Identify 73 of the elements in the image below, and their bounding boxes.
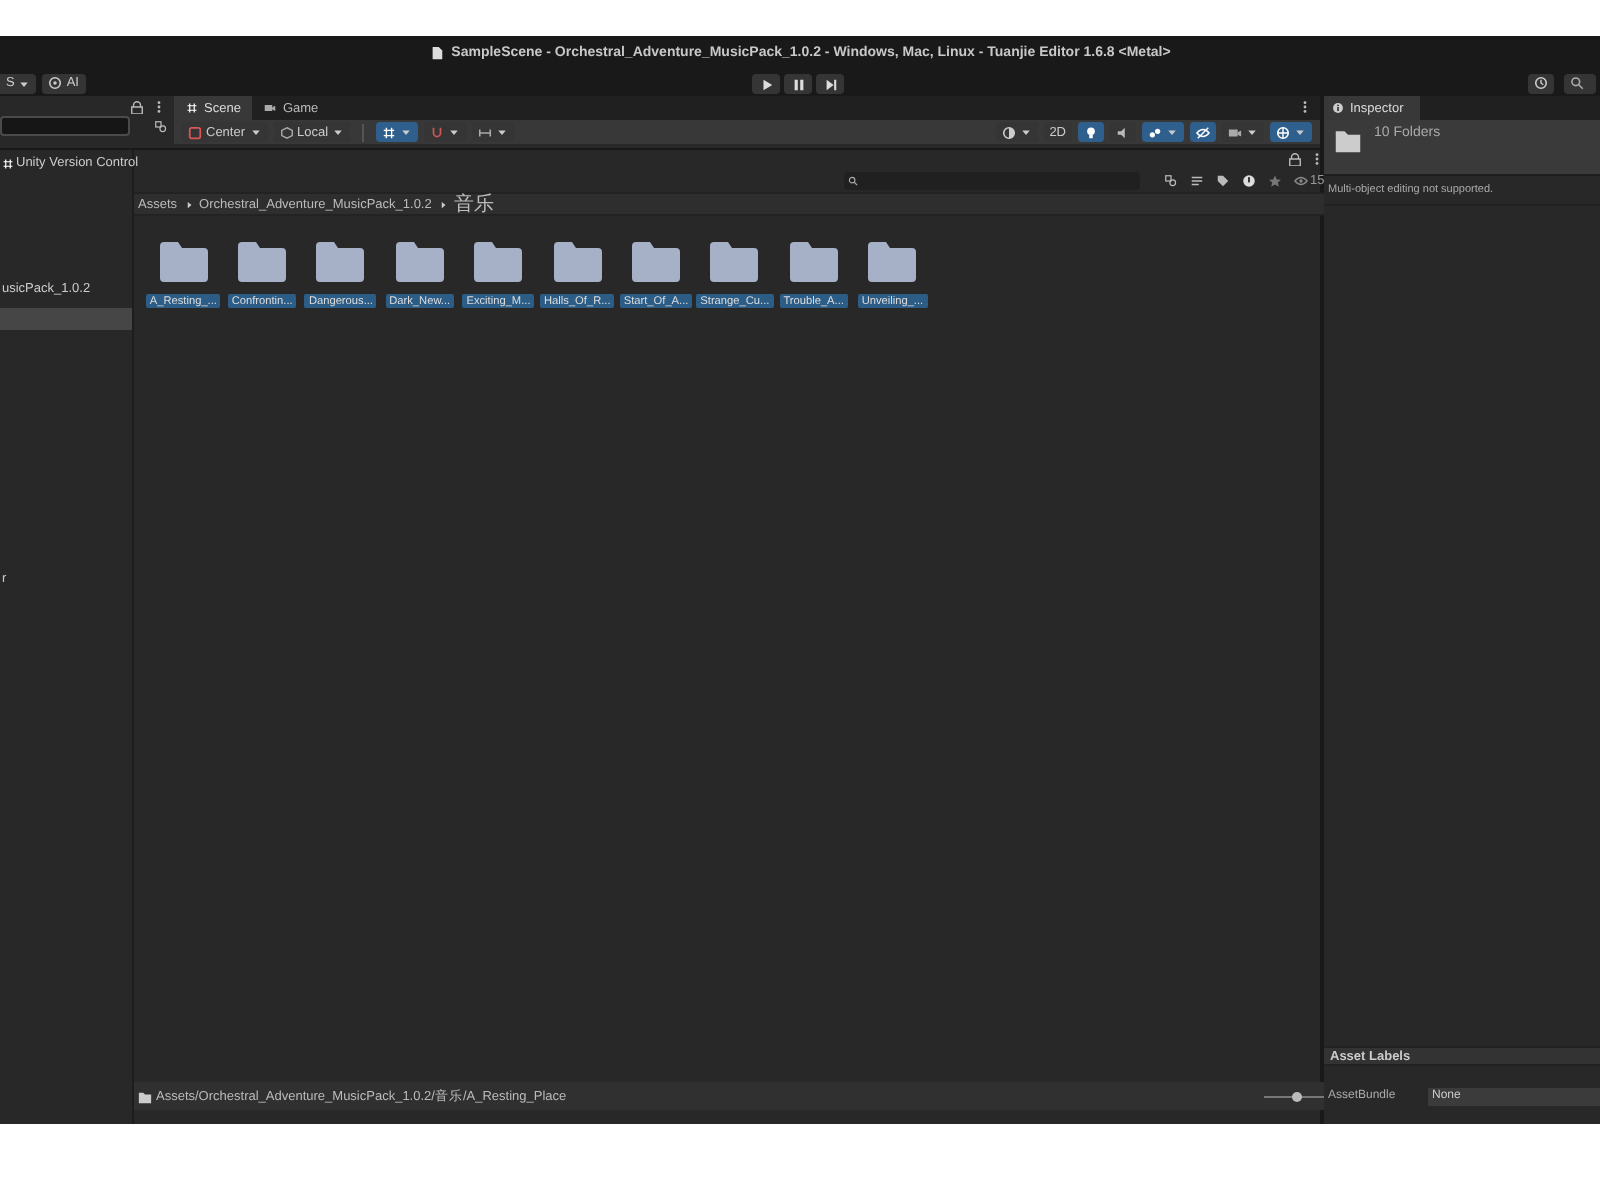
- lock-icon[interactable]: [1288, 152, 1303, 166]
- folder-icon[interactable]: [472, 240, 525, 284]
- filter-icon[interactable]: [154, 119, 168, 133]
- ruler-icon: [478, 125, 493, 139]
- filter-icon[interactable]: [1164, 173, 1178, 187]
- grid-icon: [186, 102, 198, 114]
- cube-icon: [279, 125, 294, 139]
- more-icon[interactable]: [152, 99, 166, 113]
- lightbulb-icon: [1084, 125, 1098, 139]
- gizmo-icon: [1276, 125, 1290, 139]
- more-icon[interactable]: [1298, 100, 1312, 114]
- step-button[interactable]: [816, 74, 844, 94]
- grid-button[interactable]: [376, 122, 419, 142]
- folder-icon[interactable]: [787, 240, 840, 284]
- search-field[interactable]: [0, 116, 130, 136]
- pause-icon: [791, 77, 805, 91]
- caret-icon: [1246, 126, 1258, 138]
- hidden-eye-icon: [1196, 125, 1210, 139]
- eye-icon: [1294, 173, 1308, 187]
- breadcrumb-item[interactable]: 音乐: [453, 190, 494, 218]
- chevron-icon: [437, 199, 448, 209]
- caret-icon: [1294, 126, 1306, 138]
- play-button[interactable]: [752, 74, 780, 94]
- caret-icon: [448, 126, 461, 138]
- folder-icon[interactable]: [236, 240, 289, 284]
- folder-icon[interactable]: [866, 240, 919, 284]
- folder-icon[interactable]: [314, 240, 367, 284]
- camera-icon: [1228, 125, 1242, 139]
- visibility-button[interactable]: [1190, 122, 1216, 142]
- folder-icon: [1334, 126, 1362, 154]
- caret-icon: [1019, 126, 1032, 138]
- star-icon[interactable]: [1268, 173, 1282, 187]
- caret-icon: [332, 126, 345, 138]
- play-icon: [759, 77, 773, 91]
- folder-icon: [138, 1089, 152, 1103]
- step-icon: [823, 77, 837, 91]
- gizmos-button[interactable]: [1270, 122, 1312, 142]
- history-icon: [1534, 76, 1548, 90]
- effects-icon: [1148, 125, 1162, 139]
- type-filter-icon[interactable]: [1190, 173, 1204, 187]
- label-icon[interactable]: [1216, 173, 1230, 187]
- caret-icon: [249, 126, 262, 138]
- history-button[interactable]: [1528, 73, 1554, 93]
- slider-thumb[interactable]: [1292, 1091, 1303, 1101]
- caret-icon: [18, 77, 31, 89]
- caret-icon: [496, 126, 509, 138]
- light-button[interactable]: [1078, 122, 1104, 142]
- caret-icon: [400, 126, 413, 138]
- search-icon: [1570, 76, 1584, 90]
- speaker-icon: [1116, 125, 1130, 139]
- lock-icon[interactable]: [130, 99, 144, 113]
- folder-icon[interactable]: [551, 240, 604, 284]
- search-field[interactable]: [844, 171, 1140, 189]
- magnet-icon: [430, 125, 445, 139]
- folder-icon[interactable]: [630, 240, 683, 284]
- folder-icon[interactable]: [708, 240, 761, 284]
- search-button[interactable]: [1564, 73, 1596, 93]
- effects-button[interactable]: [1142, 122, 1184, 142]
- camera-button[interactable]: [1222, 122, 1264, 142]
- chevron-icon: [183, 199, 194, 209]
- pivot-icon: [188, 125, 202, 139]
- pause-button[interactable]: [784, 74, 812, 94]
- warning-icon[interactable]: [1242, 173, 1256, 187]
- audio-button[interactable]: [1110, 122, 1136, 142]
- ai-icon: [48, 76, 63, 90]
- folder-icon[interactable]: [157, 240, 210, 284]
- document-icon: [429, 46, 444, 60]
- sphere-icon: [1001, 125, 1016, 139]
- folder-icon[interactable]: [393, 240, 446, 284]
- search-icon: [848, 175, 858, 185]
- info-icon: [1332, 102, 1344, 114]
- grid-icon: [382, 125, 397, 139]
- caret-icon: [1166, 126, 1178, 138]
